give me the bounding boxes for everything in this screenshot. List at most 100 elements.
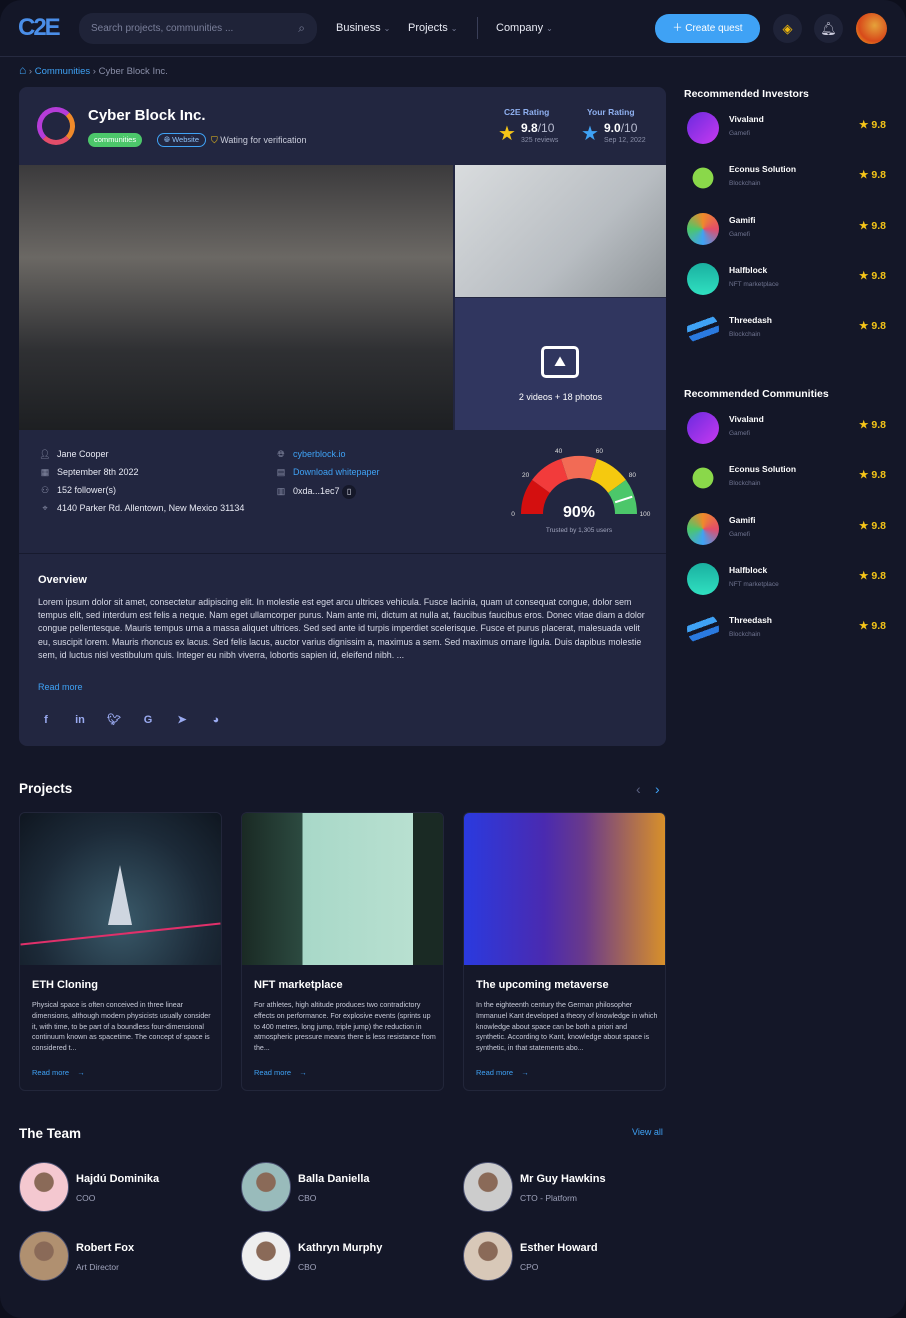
- team-member[interactable]: Robert Fox Art Director: [19, 1231, 219, 1281]
- item-logo: [687, 512, 719, 545]
- member-role: Art Director: [76, 1262, 119, 1272]
- team-member[interactable]: Esther Howard CPO: [463, 1231, 663, 1281]
- project-image: [20, 813, 221, 965]
- item-score: ★ 9.8: [859, 220, 886, 232]
- followers-text: 152 follower(s): [57, 485, 117, 495]
- binance-icon[interactable]: ◈: [773, 14, 802, 43]
- read-more-label: Read more: [476, 1068, 514, 1077]
- twitter-icon[interactable]: 🐦︎: [106, 712, 122, 728]
- gallery-photo[interactable]: [455, 165, 666, 297]
- search-input[interactable]: Search projects, communities ... ⌕: [79, 13, 317, 44]
- chevron-down-icon: ⌄: [450, 24, 458, 33]
- nav-projects[interactable]: Projects ⌄: [408, 22, 457, 34]
- discord-icon[interactable]: ◕: [208, 712, 224, 728]
- recommended-item[interactable]: Vivaland Gamefi ★ 9.8: [684, 410, 886, 446]
- team-member[interactable]: Hajdú Dominika COO: [19, 1162, 219, 1212]
- item-category: Gamefi: [729, 430, 750, 437]
- trust-gauge: 90% Trusted by 1,305 users 0 20 40 60 80 100: [511, 448, 651, 534]
- c2e-logo[interactable]: C2E: [18, 14, 61, 42]
- item-logo: [687, 313, 719, 346]
- recommended-item[interactable]: Vivaland Gamefi ★ 9.8: [684, 110, 886, 146]
- next-arrow-icon[interactable]: ›: [655, 781, 660, 797]
- whitepaper-link[interactable]: ▤ Download whitepaper: [274, 467, 380, 478]
- star-icon: ★: [859, 569, 872, 582]
- overview-text: Lorem ipsum dolor sit amet, consectetur …: [38, 597, 645, 660]
- item-logo: [687, 162, 719, 195]
- read-more-link[interactable]: Read more →: [32, 1068, 85, 1077]
- recommended-item[interactable]: Threedash Blockchain ★ 9.8: [684, 311, 886, 347]
- team-member[interactable]: Kathryn Murphy CBO: [241, 1231, 441, 1281]
- recommended-item[interactable]: Halfblock NFT marketplace ★ 9.8: [684, 261, 886, 297]
- reviews-count: 325 reviews: [521, 137, 559, 144]
- user-avatar[interactable]: [856, 13, 887, 44]
- divider: [19, 553, 666, 554]
- telegram-icon[interactable]: ➤: [174, 712, 190, 728]
- item-name: Econus Solution: [729, 164, 797, 175]
- rating-number: 9.0: [604, 121, 621, 135]
- item-score: ★ 9.8: [859, 169, 886, 181]
- view-all-link[interactable]: View all: [632, 1127, 663, 1137]
- member-role: CTO - Platform: [520, 1193, 577, 1203]
- gauge-tick-label: 80: [629, 472, 637, 479]
- nav-business[interactable]: Business ⌄: [336, 22, 390, 34]
- read-more-link[interactable]: Read more →: [476, 1068, 529, 1077]
- recommended-item[interactable]: Econus Solution Blockchain ★ 9.8: [684, 460, 886, 496]
- calendar-icon: ▦: [40, 467, 50, 477]
- item-logo: [687, 613, 719, 646]
- create-quest-button[interactable]: ＋ Create quest: [655, 14, 760, 43]
- project-card[interactable]: The upcoming metaverse In the eighteenth…: [463, 812, 666, 1091]
- project-card[interactable]: NFT marketplace For athletes, high altit…: [241, 812, 444, 1091]
- page: C2E Search projects, communities ... ⌕ Bu…: [0, 0, 906, 1318]
- website-link[interactable]: 🌐︎ cyberblock.io: [274, 449, 380, 460]
- bell-icon[interactable]: 🔔︎: [814, 14, 843, 43]
- prev-arrow-icon[interactable]: ‹: [636, 781, 641, 797]
- company-card: Cyber Block Inc. communities 🌐︎ Website …: [19, 87, 666, 746]
- create-quest-label: Create quest: [685, 23, 743, 34]
- search-placeholder: Search projects, communities ...: [91, 23, 234, 34]
- rating-max: /10: [620, 121, 638, 135]
- home-icon[interactable]: ⌂: [19, 63, 26, 77]
- team-member[interactable]: Mr Guy Hawkins CTO - Platform: [463, 1162, 663, 1212]
- team-member[interactable]: Balla Daniella CBO: [241, 1162, 441, 1212]
- star-icon: ★: [859, 219, 872, 232]
- star-icon: ★: [859, 269, 872, 282]
- rating-max: /10: [537, 121, 555, 135]
- nav-company[interactable]: Company ⌄: [496, 22, 553, 34]
- gallery-more-photos[interactable]: ⛰ 2 videos + 18 photos: [455, 298, 666, 430]
- star-icon: ★: [859, 469, 872, 482]
- item-logo: [687, 112, 719, 144]
- member-role: CBO: [298, 1193, 317, 1203]
- google-icon[interactable]: G: [140, 712, 156, 728]
- website-label: Website: [172, 135, 200, 144]
- gallery-main-photo[interactable]: [19, 165, 453, 430]
- recommended-item[interactable]: Econus Solution Blockchain ★ 9.8: [684, 160, 886, 196]
- communities-badge[interactable]: communities: [88, 133, 143, 147]
- your-rating-label: Your Rating: [587, 107, 635, 117]
- arrow-right-icon: →: [77, 1068, 85, 1077]
- your-rating[interactable]: Your Rating ★ 9.0/10 Sep 12, 2022: [581, 107, 646, 145]
- item-score: ★ 9.8: [859, 270, 886, 282]
- project-card[interactable]: ETH Cloning Physical space is often conc…: [19, 812, 222, 1091]
- website-badge[interactable]: 🌐︎ Website: [157, 133, 207, 147]
- read-more-link[interactable]: Read more →: [254, 1068, 307, 1077]
- facebook-icon[interactable]: f: [38, 712, 54, 728]
- recommended-item[interactable]: Gamifi Gamefi ★ 9.8: [684, 211, 886, 247]
- read-more-link[interactable]: Read more: [38, 682, 83, 692]
- item-name: Halfblock: [729, 264, 768, 275]
- recommended-item[interactable]: Halfblock NFT marketplace ★ 9.8: [684, 561, 886, 597]
- recommended-item[interactable]: Gamifi Gamefi ★ 9.8: [684, 511, 886, 547]
- website-url[interactable]: cyberblock.io: [293, 449, 346, 459]
- member-name: Esther Howard: [520, 1242, 598, 1254]
- project-description: Physical space is often conceived in thr…: [32, 1001, 211, 1053]
- breadcrumb-communities[interactable]: Communities: [35, 66, 90, 77]
- whitepaper-label[interactable]: Download whitepaper: [293, 467, 380, 477]
- nav-label: Projects: [408, 22, 448, 34]
- gauge-tick-label: 60: [596, 448, 604, 455]
- c2e-rating-value: 9.8/10: [521, 121, 554, 135]
- recommended-item[interactable]: Threedash Blockchain ★ 9.8: [684, 611, 886, 647]
- linkedin-icon[interactable]: in: [72, 712, 88, 728]
- copy-icon[interactable]: ▯: [342, 485, 357, 499]
- item-score: ★ 9.8: [859, 119, 886, 131]
- item-category: Blockchain: [729, 180, 761, 188]
- item-score: ★ 9.8: [859, 320, 886, 332]
